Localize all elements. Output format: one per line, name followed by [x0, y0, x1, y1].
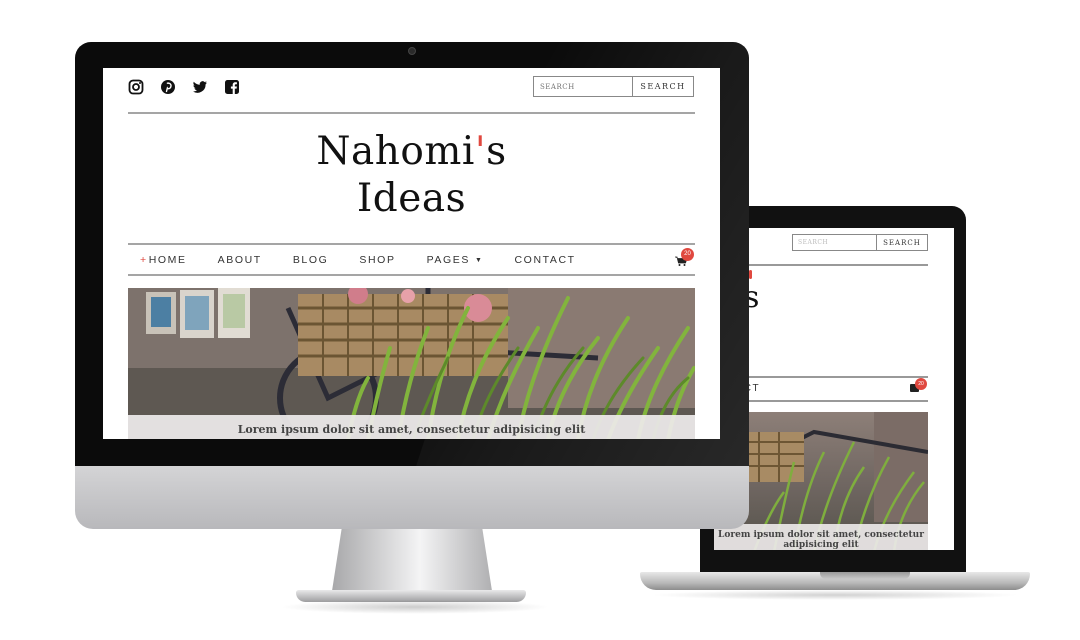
- nav-item-pages[interactable]: PAGES ▼: [427, 254, 484, 266]
- laptop-title-apostrophe: [749, 270, 752, 279]
- site-title-name: Nahomi: [316, 129, 475, 174]
- cart-count-badge: 20: [681, 248, 694, 261]
- nav-item-about-label: ABOUT: [217, 254, 262, 266]
- header-divider: [128, 112, 695, 114]
- laptop-cart-badge: 20: [915, 378, 927, 390]
- hero-image: Lorem ipsum dolor sit amet, consectetur …: [128, 288, 695, 439]
- main-nav: + HOME ABOUT BLOG SHOP PAGES ▼ CONTACT: [140, 254, 607, 266]
- facebook-icon[interactable]: [224, 79, 240, 95]
- laptop-notch: [820, 572, 910, 579]
- nav-item-about[interactable]: ABOUT: [218, 254, 262, 266]
- imac-stand-neck: [332, 529, 492, 591]
- search-bar: SEARCH: [533, 76, 694, 97]
- nav-item-home-label: HOME: [148, 254, 187, 266]
- nav-item-blog[interactable]: BLOG: [293, 254, 329, 266]
- nav-bottom-divider: [128, 274, 695, 276]
- laptop-screen: SEARCH SEARCH s NTACT 20 Lorem ipsum dol…: [714, 228, 954, 550]
- twitter-icon[interactable]: [192, 79, 208, 95]
- site-title[interactable]: Nahomi's Ideas: [103, 128, 720, 222]
- search-button[interactable]: SEARCH: [632, 76, 694, 97]
- imac-shadow: [280, 600, 550, 614]
- nav-item-shop-label: SHOP: [359, 254, 396, 266]
- pinterest-icon[interactable]: [160, 79, 176, 95]
- nav-item-shop[interactable]: SHOP: [359, 254, 395, 266]
- site-title-line-1: Nahomi's: [103, 128, 720, 175]
- site-title-possessive: s: [486, 129, 507, 174]
- nav-item-blog-label: BLOG: [292, 254, 329, 266]
- nav-item-home[interactable]: + HOME: [140, 254, 187, 266]
- social-links: [128, 79, 240, 95]
- instagram-icon[interactable]: [128, 79, 144, 95]
- imac-screen: SEARCH Nahomi's Ideas +HOME ABOUT BLOG S…: [103, 68, 720, 439]
- nav-item-home-marker: +: [140, 254, 148, 266]
- nav-item-contact[interactable]: CONTACT: [515, 254, 576, 266]
- site-title-apostrophe: ': [474, 129, 487, 174]
- nav-top-divider: [128, 243, 695, 245]
- site-title-line-2: Ideas: [356, 176, 467, 221]
- imac-chin: [75, 466, 749, 529]
- camera-icon: [408, 47, 416, 55]
- laptop-search: SEARCH SEARCH: [792, 234, 928, 251]
- laptop-shadow: [650, 590, 1020, 600]
- nav-item-pages-label: PAGES: [426, 254, 470, 266]
- laptop-search-button[interactable]: SEARCH: [876, 234, 928, 251]
- chevron-down-icon: ▼: [474, 256, 484, 264]
- hero-caption: Lorem ipsum dolor sit amet, consectetur …: [128, 415, 695, 439]
- laptop-search-input[interactable]: SEARCH: [792, 234, 876, 251]
- laptop-hero-caption: Lorem ipsum dolor sit amet, consectetur …: [714, 524, 928, 550]
- nav-item-contact-label: CONTACT: [514, 254, 576, 266]
- search-input[interactable]: [533, 76, 632, 97]
